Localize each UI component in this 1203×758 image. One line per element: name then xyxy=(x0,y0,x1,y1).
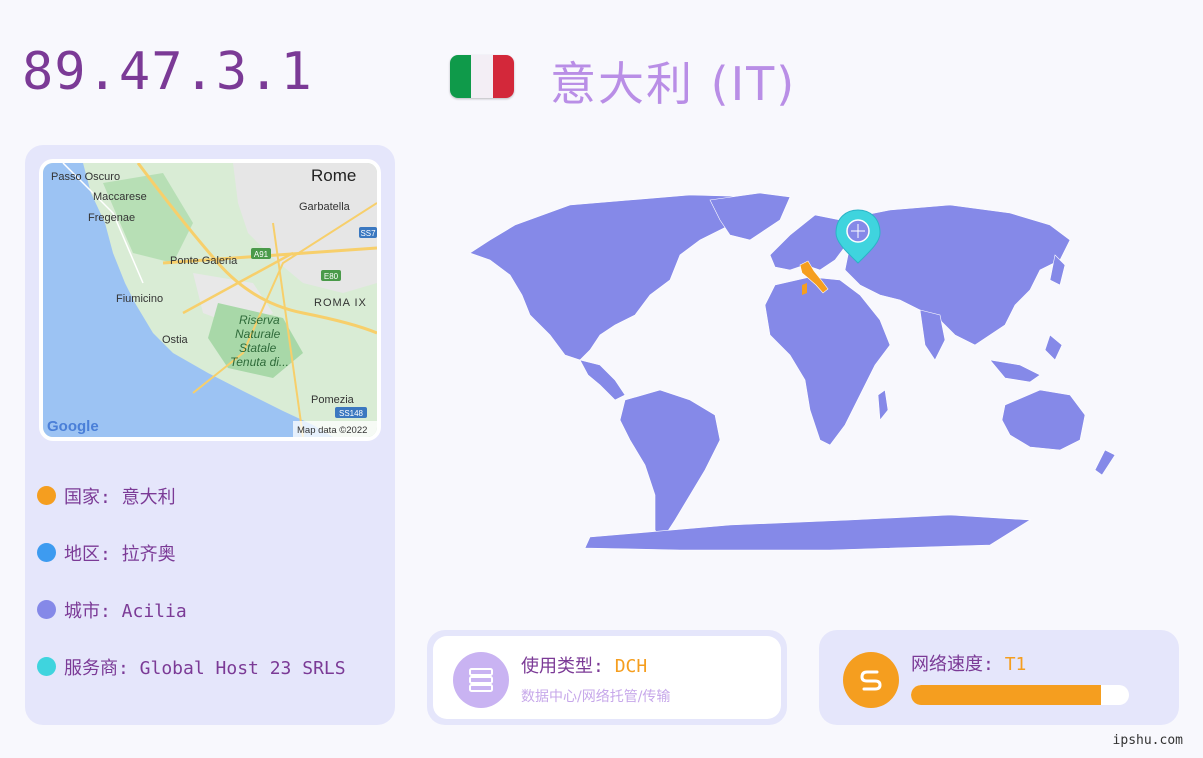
network-speed-bar xyxy=(911,685,1129,705)
network-speed-bar-fill xyxy=(911,685,1101,705)
road-e80: E80 xyxy=(324,272,339,281)
network-speed-card: 网络速度: T1 xyxy=(819,630,1179,725)
location-info-list: 国家: 意大利 地区: 拉齐奥 城市: Acilia 服务商: Global H… xyxy=(37,467,346,695)
map-label-fiumicino: Fiumicino xyxy=(116,293,163,305)
google-logo: Google xyxy=(47,418,99,435)
road-ss148: SS148 xyxy=(339,409,364,418)
road-ss7: SS7 xyxy=(360,229,376,238)
info-country-text: 国家: 意大利 xyxy=(64,486,176,508)
mini-map[interactable]: A91 E80 SS7 SS148 Passo Oscuro Maccarese… xyxy=(39,159,381,441)
info-city: 城市: Acilia xyxy=(37,581,346,638)
map-label-roma-ix: ROMA IX xyxy=(314,297,367,309)
country-dot-icon xyxy=(37,486,56,505)
usage-type-card: 使用类型: DCH 数据中心/网络托管/传输 xyxy=(427,630,787,725)
usage-type-value: DCH xyxy=(614,656,648,677)
info-region: 地区: 拉齐奥 xyxy=(37,524,346,581)
info-isp: 服务商: Global Host 23 SRLS xyxy=(37,638,346,695)
info-region-text: 地区: 拉齐奥 xyxy=(64,543,176,565)
site-footer: ipshu.com xyxy=(1112,733,1183,748)
map-attribution: Map data ©2022 xyxy=(297,425,367,436)
map-label-rome: Rome xyxy=(311,166,356,185)
info-country: 国家: 意大利 xyxy=(37,467,346,524)
network-speed-icon xyxy=(843,652,899,708)
map-label-reserve-3: Statale xyxy=(239,341,277,355)
ip-address: 89.47.3.1 xyxy=(22,42,313,102)
italy-flag-icon xyxy=(450,55,514,98)
map-label-ponte-galeria: Ponte Galeria xyxy=(170,255,238,267)
network-speed-value: T1 xyxy=(1004,654,1027,675)
info-isp-text: 服务商: Global Host 23 SRLS xyxy=(64,657,346,679)
usage-type-description: 数据中心/网络托管/传输 xyxy=(521,689,671,705)
usage-type-label: 使用类型: DCH xyxy=(521,652,647,678)
network-speed-label: 网络速度: T1 xyxy=(911,650,1026,676)
map-label-fregenae: Fregenae xyxy=(88,212,135,224)
map-label-reserve-1: Riserva xyxy=(239,313,280,327)
map-label-ostia: Ostia xyxy=(162,334,189,346)
network-speed-label-text: 网络速度: xyxy=(911,654,1005,675)
info-city-text: 城市: Acilia xyxy=(64,600,187,622)
map-label-passo-oscuro: Passo Oscuro xyxy=(51,171,120,183)
map-label-maccarese: Maccarese xyxy=(93,191,147,203)
city-dot-icon xyxy=(37,600,56,619)
map-label-pomezia: Pomezia xyxy=(311,394,355,406)
usage-type-label-text: 使用类型: xyxy=(521,656,615,677)
location-card: A91 E80 SS7 SS148 Passo Oscuro Maccarese… xyxy=(25,145,395,725)
map-label-reserve-4: Tenuta di... xyxy=(230,355,289,369)
region-dot-icon xyxy=(37,543,56,562)
server-icon xyxy=(453,652,509,708)
world-map xyxy=(430,185,1150,565)
map-label-garbatella: Garbatella xyxy=(299,201,351,213)
country-title: 意大利 (IT) xyxy=(550,57,797,111)
isp-dot-icon xyxy=(37,657,56,676)
road-a91: A91 xyxy=(254,250,269,259)
map-label-reserve-2: Naturale xyxy=(235,327,281,341)
